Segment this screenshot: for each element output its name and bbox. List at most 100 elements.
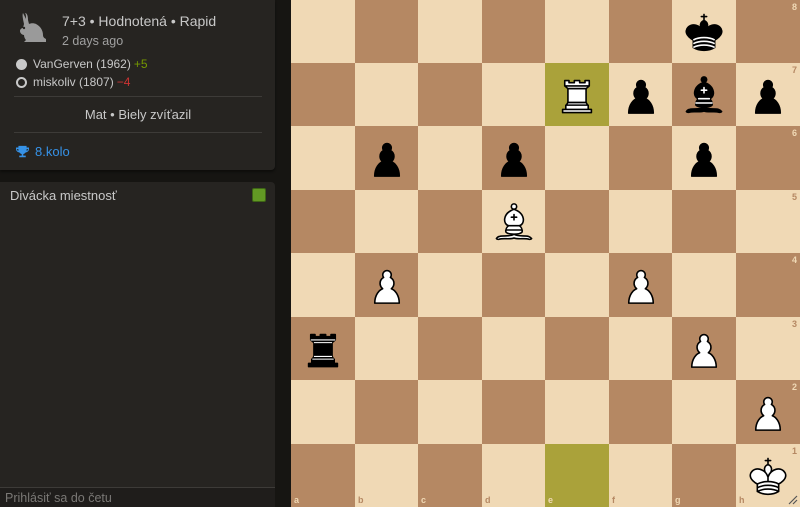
square-a6[interactable] xyxy=(291,126,355,190)
square-g8[interactable] xyxy=(672,0,736,63)
square-b7[interactable] xyxy=(355,63,418,126)
square-f4[interactable] xyxy=(609,253,672,317)
file-coordinate: a xyxy=(294,495,300,505)
square-h2[interactable]: 2 xyxy=(736,380,800,444)
square-c6[interactable] xyxy=(418,126,482,190)
rank-coordinate: 2 xyxy=(791,382,797,392)
square-c8[interactable] xyxy=(418,0,482,63)
square-f7[interactable] xyxy=(609,63,672,126)
file-coordinate: b xyxy=(358,495,364,505)
square-f5[interactable] xyxy=(609,190,672,253)
square-h8[interactable]: 8 xyxy=(736,0,800,63)
square-g4[interactable] xyxy=(672,253,736,317)
square-h1[interactable]: 1h xyxy=(736,444,800,507)
square-e5[interactable] xyxy=(545,190,609,253)
square-d6[interactable] xyxy=(482,126,545,190)
square-a1[interactable]: a xyxy=(291,444,355,507)
square-a8[interactable] xyxy=(291,0,355,63)
white-player-name[interactable]: VanGerven (1962) xyxy=(33,57,131,71)
board-resize-handle-icon[interactable] xyxy=(788,495,798,505)
square-f3[interactable] xyxy=(609,317,672,380)
square-d5[interactable] xyxy=(482,190,545,253)
square-e2[interactable] xyxy=(545,380,609,444)
square-c4[interactable] xyxy=(418,253,482,317)
square-f2[interactable] xyxy=(609,380,672,444)
square-a5[interactable] xyxy=(291,190,355,253)
square-b8[interactable] xyxy=(355,0,418,63)
black-player-name[interactable]: miskoliv (1807) xyxy=(33,75,114,89)
square-c3[interactable] xyxy=(418,317,482,380)
square-c5[interactable] xyxy=(418,190,482,253)
square-g6[interactable] xyxy=(672,126,736,190)
square-h5[interactable]: 5 xyxy=(736,190,800,253)
square-b5[interactable] xyxy=(355,190,418,253)
square-f8[interactable] xyxy=(609,0,672,63)
square-a2[interactable] xyxy=(291,380,355,444)
square-c7[interactable] xyxy=(418,63,482,126)
spectator-chat: Divácka miestnosť Prihlásiť sa do četu xyxy=(0,182,275,507)
square-d4[interactable] xyxy=(482,253,545,317)
chat-toggle-checkbox[interactable] xyxy=(252,188,266,202)
square-d7[interactable] xyxy=(482,63,545,126)
game-date[interactable]: 2 days ago xyxy=(62,34,216,48)
black-pawn-icon[interactable] xyxy=(363,134,411,182)
square-c2[interactable] xyxy=(418,380,482,444)
black-king-icon[interactable] xyxy=(680,8,728,56)
square-e4[interactable] xyxy=(545,253,609,317)
rank-coordinate: 5 xyxy=(791,192,797,202)
square-f1[interactable]: f xyxy=(609,444,672,507)
white-rook-icon[interactable] xyxy=(553,71,601,119)
square-e7[interactable] xyxy=(545,63,609,126)
square-g3[interactable] xyxy=(672,317,736,380)
square-e1[interactable]: e xyxy=(545,444,609,507)
rank-coordinate: 8 xyxy=(791,2,797,12)
square-g2[interactable] xyxy=(672,380,736,444)
square-e6[interactable] xyxy=(545,126,609,190)
square-g7[interactable] xyxy=(672,63,736,126)
square-e3[interactable] xyxy=(545,317,609,380)
square-b2[interactable] xyxy=(355,380,418,444)
square-a4[interactable] xyxy=(291,253,355,317)
divider xyxy=(14,96,262,97)
square-g5[interactable] xyxy=(672,190,736,253)
square-f6[interactable] xyxy=(609,126,672,190)
black-rook-icon[interactable] xyxy=(299,325,347,373)
tournament-link[interactable]: 8.kolo xyxy=(16,144,70,159)
square-d2[interactable] xyxy=(482,380,545,444)
white-king-icon[interactable] xyxy=(744,452,792,500)
square-b1[interactable]: b xyxy=(355,444,418,507)
square-a7[interactable] xyxy=(291,63,355,126)
square-c1[interactable]: c xyxy=(418,444,482,507)
square-h6[interactable]: 6 xyxy=(736,126,800,190)
white-pawn-icon[interactable] xyxy=(744,388,792,436)
square-a3[interactable] xyxy=(291,317,355,380)
square-h7[interactable]: 7 xyxy=(736,63,800,126)
square-g1[interactable]: g xyxy=(672,444,736,507)
chess-board[interactable]: 8 76 5 4 3 2 a b cdefg 1 h xyxy=(291,0,800,507)
white-bishop-icon[interactable] xyxy=(490,198,538,246)
file-coordinate: h xyxy=(739,495,745,505)
square-b4[interactable] xyxy=(355,253,418,317)
game-status: Mat • Biely zvíťazil xyxy=(84,107,192,122)
white-pawn-icon[interactable] xyxy=(617,261,665,309)
square-d3[interactable] xyxy=(482,317,545,380)
square-b6[interactable] xyxy=(355,126,418,190)
black-bishop-icon[interactable] xyxy=(680,71,728,119)
white-color-icon xyxy=(16,58,27,70)
white-pawn-icon[interactable] xyxy=(363,261,411,309)
black-pawn-icon[interactable] xyxy=(617,71,665,119)
black-pawn-icon[interactable] xyxy=(680,134,728,182)
tournament-label: 8.kolo xyxy=(35,144,70,159)
square-h3[interactable]: 3 xyxy=(736,317,800,380)
black-pawn-icon[interactable] xyxy=(490,134,538,182)
square-b3[interactable] xyxy=(355,317,418,380)
players-list: VanGerven (1962) +5 miskoliv (1807) −4 xyxy=(16,55,148,91)
white-pawn-icon[interactable] xyxy=(680,325,728,373)
square-d1[interactable]: d xyxy=(482,444,545,507)
file-coordinate: g xyxy=(675,495,681,505)
square-h4[interactable]: 4 xyxy=(736,253,800,317)
chat-input[interactable]: Prihlásiť sa do četu xyxy=(0,487,275,507)
square-e8[interactable] xyxy=(545,0,609,63)
square-d8[interactable] xyxy=(482,0,545,63)
black-pawn-icon[interactable] xyxy=(744,71,792,119)
